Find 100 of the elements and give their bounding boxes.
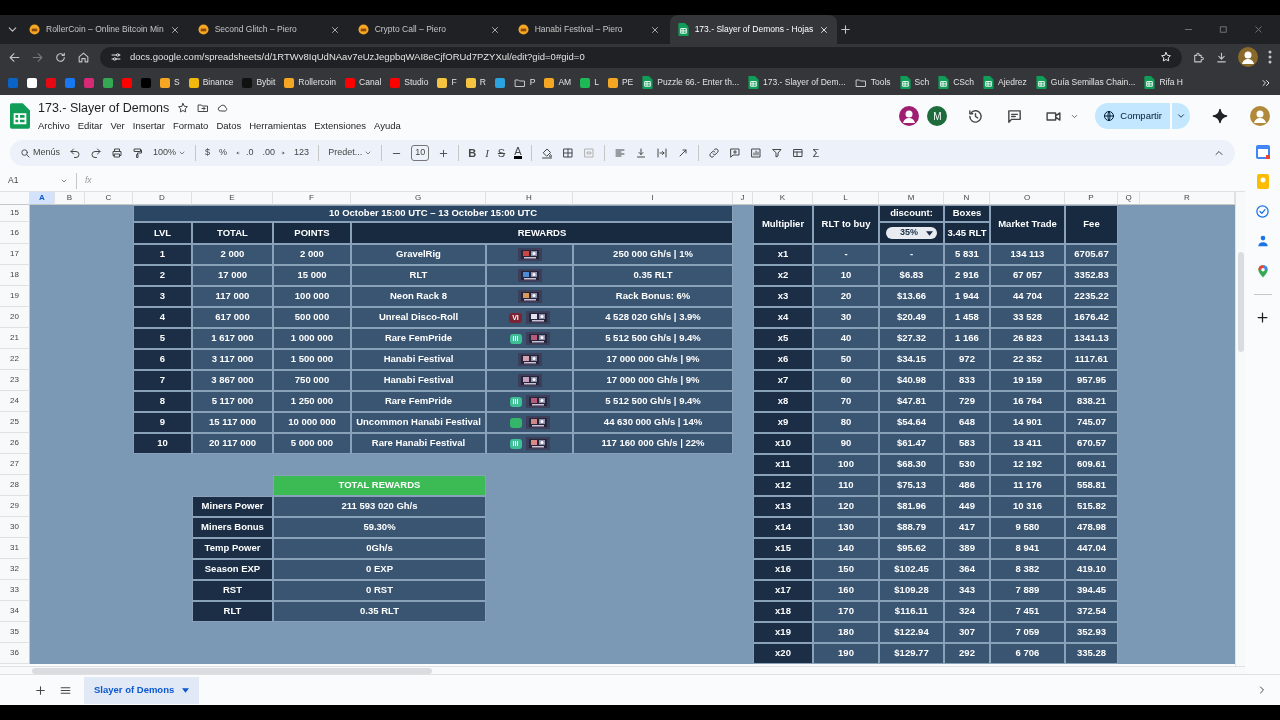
bookmark[interactable]: 173.- Slayer of Dem... — [748, 76, 846, 89]
comment-icon[interactable] — [728, 147, 741, 159]
print-icon[interactable] — [111, 147, 123, 159]
sheets-logo[interactable] — [10, 103, 30, 129]
row-number[interactable]: 22 — [0, 349, 30, 370]
column-letter[interactable]: K — [753, 192, 813, 205]
redo-icon[interactable] — [90, 147, 102, 159]
sparkle-icon[interactable] — [1212, 108, 1228, 124]
column-letter[interactable]: H — [486, 192, 573, 205]
column-letter[interactable]: N — [944, 192, 990, 205]
close-icon[interactable] — [649, 24, 660, 35]
column-letter[interactable]: C — [85, 192, 133, 205]
borders-icon[interactable] — [561, 147, 574, 159]
row-number[interactable]: 31 — [0, 538, 30, 559]
row-number[interactable]: 34 — [0, 601, 30, 622]
style-button[interactable]: S — [497, 144, 506, 162]
bookmark[interactable]: R — [465, 76, 486, 89]
menu-item[interactable]: Ver — [110, 119, 125, 134]
bookmark[interactable]: Tools — [854, 76, 891, 89]
bookmark[interactable]: Ajedrez — [982, 76, 1027, 89]
column-letter[interactable]: B — [55, 192, 85, 205]
user-avatar[interactable]: M — [927, 106, 948, 126]
row-number[interactable]: 26 — [0, 433, 30, 454]
bookmark[interactable]: Bybit — [242, 76, 276, 89]
contacts-icon[interactable] — [1255, 234, 1270, 248]
functions-button[interactable]: Σ — [812, 144, 820, 162]
home-icon[interactable] — [77, 50, 90, 64]
more-icon[interactable] — [1268, 50, 1272, 64]
zoom-select[interactable]: 100% — [153, 146, 187, 160]
menu-item[interactable]: Formato — [173, 119, 209, 134]
row-number[interactable]: 24 — [0, 391, 30, 412]
menu-item[interactable]: Datos — [216, 119, 242, 134]
column-letter[interactable]: P — [1065, 192, 1118, 205]
valign-icon[interactable] — [634, 147, 647, 159]
close-icon[interactable] — [489, 24, 500, 35]
column-letter[interactable]: J — [733, 192, 753, 205]
menu-search[interactable]: Menús — [20, 146, 60, 160]
discount-dropdown[interactable]: 35% — [886, 227, 937, 239]
scrollbar[interactable] — [1237, 252, 1244, 352]
bookmark[interactable]: AM — [544, 76, 572, 89]
column-letter[interactable]: G — [351, 192, 486, 205]
style-button[interactable]: A — [514, 147, 522, 159]
menu-item[interactable]: Editar — [77, 119, 103, 134]
row-number[interactable]: 36 — [0, 643, 30, 664]
undo-icon[interactable] — [69, 147, 81, 159]
star-icon[interactable] — [177, 101, 190, 114]
comments-icon[interactable] — [1006, 107, 1024, 125]
browser-tab[interactable]: 173.- Slayer of Demons - Hojas — [669, 15, 838, 44]
style-button[interactable]: I — [485, 144, 489, 162]
extensions-icon[interactable] — [1192, 50, 1205, 64]
name-box[interactable]: A1 — [8, 174, 68, 187]
menu-item[interactable]: Herramientas — [249, 119, 307, 134]
forward-icon[interactable] — [31, 50, 44, 64]
row-number[interactable]: 23 — [0, 370, 30, 391]
bookmark[interactable]: Guía Semillas Chain... — [1035, 76, 1136, 89]
bookmark[interactable]: CSch — [938, 76, 974, 89]
browser-tab[interactable]: RollerCoin – Online Bitcoin Min — [21, 15, 188, 44]
row-number[interactable]: 15 — [0, 205, 30, 222]
add-sheet-icon[interactable] — [34, 683, 47, 697]
bookmark[interactable]: Binance — [188, 76, 234, 89]
close-icon[interactable] — [819, 24, 830, 35]
download-icon[interactable] — [1215, 50, 1228, 64]
row-number[interactable]: 30 — [0, 517, 30, 538]
restore-icon[interactable] — [1218, 24, 1229, 35]
address-bar[interactable]: docs.google.com/spreadsheets/d/1RTWv8IqUdNAav7eUzJegpbqWAI8eCjfORUd7PZYXul/edit?gid=0#gid=0 — [100, 46, 1182, 68]
row-number[interactable]: 28 — [0, 475, 30, 496]
row-number[interactable]: 18 — [0, 265, 30, 286]
row-number[interactable]: 25 — [0, 412, 30, 433]
map-pin-icon[interactable] — [1255, 263, 1270, 279]
browser-tab[interactable]: Hanabi Festival – Piero — [509, 15, 668, 44]
menu-item[interactable]: Insertar — [132, 119, 165, 134]
column-letter[interactable]: E — [192, 192, 273, 205]
increase-size-icon[interactable] — [438, 147, 450, 159]
column-letter[interactable]: A — [30, 192, 55, 205]
column-letter[interactable]: L — [813, 192, 879, 205]
format-button[interactable]: .00 — [262, 146, 286, 160]
row-number[interactable]: 29 — [0, 496, 30, 517]
paint-format-icon[interactable] — [132, 147, 144, 159]
scrollbar[interactable] — [32, 667, 432, 674]
format-button[interactable]: 123 — [294, 146, 310, 160]
bookmark-icon[interactable] — [27, 77, 37, 88]
bookmark[interactable]: Puzzle 66.- Enter th... — [642, 76, 739, 89]
bookmark[interactable]: Sch — [899, 76, 930, 89]
fill-color-icon[interactable] — [540, 147, 553, 159]
bookmark[interactable]: PE — [607, 76, 634, 89]
column-letter[interactable]: M — [879, 192, 944, 205]
bookmark[interactable]: S — [160, 76, 180, 89]
history-icon[interactable] — [967, 107, 985, 125]
column-letter[interactable]: Q — [1118, 192, 1140, 205]
menu-item[interactable]: Extensiones — [314, 119, 366, 134]
bookmark[interactable]: L — [580, 76, 599, 89]
bookmark[interactable]: Canal — [345, 76, 382, 89]
bookmark[interactable]: Rollercoin — [284, 76, 337, 89]
font-select[interactable]: Predet... — [328, 146, 373, 160]
filter-icon[interactable] — [770, 147, 783, 159]
add-icon[interactable] — [1255, 310, 1270, 325]
close-icon[interactable] — [329, 24, 340, 35]
document-title[interactable]: 173.- Slayer of Demons — [38, 98, 170, 118]
close-icon[interactable] — [169, 24, 180, 35]
bookmark[interactable]: Studio — [390, 76, 429, 89]
